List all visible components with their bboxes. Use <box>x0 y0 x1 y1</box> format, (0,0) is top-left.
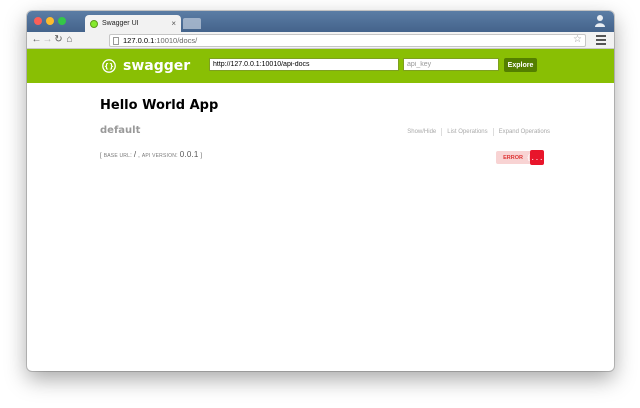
reload-icon[interactable]: ↻ <box>53 35 64 45</box>
swagger-header: {} swagger Explore <box>27 49 614 83</box>
zoom-window-button[interactable] <box>58 17 66 25</box>
validator-error-label: ERROR <box>496 151 530 164</box>
page-icon <box>113 36 119 45</box>
address-bar[interactable]: 127.0.0.1:10010/docs/ ☆ <box>109 34 586 47</box>
validator-error-icon[interactable]: {...} <box>526 150 548 165</box>
bookmark-star-icon[interactable]: ☆ <box>573 34 582 45</box>
url-path: :10010/docs/ <box>154 36 198 45</box>
tab-title: Swagger UI <box>102 20 139 27</box>
main-content: Hello World App default Show/Hide List O… <box>27 83 614 371</box>
api-url-input[interactable] <box>209 58 399 71</box>
swagger-logo-text: swagger <box>123 58 191 74</box>
resource-operations: Show/Hide List Operations Expand Operati… <box>407 128 550 136</box>
resource-name-link[interactable]: default <box>100 125 140 136</box>
forward-arrow-icon[interactable]: → <box>42 35 53 45</box>
new-tab-button[interactable] <box>183 18 201 29</box>
divider <box>441 128 443 136</box>
swagger-logo-icon: {} <box>102 59 116 73</box>
close-tab-icon[interactable]: × <box>171 19 176 28</box>
url-host: 127.0.0.1 <box>123 36 155 45</box>
api-key-input[interactable] <box>403 58 499 71</box>
divider <box>492 128 494 136</box>
expand-operations-link[interactable]: Expand Operations <box>499 129 550 135</box>
browser-menu-icon[interactable] <box>596 35 606 47</box>
home-icon[interactable]: ⌂ <box>64 35 75 45</box>
browser-window: Swagger UI × ← → ↻ ⌂ 127.0.0.1:10010/doc… <box>27 11 614 371</box>
browser-toolbar: ← → ↻ ⌂ 127.0.0.1:10010/docs/ ☆ <box>27 32 614 49</box>
base-url-label: Base url <box>103 153 131 159</box>
profile-icon[interactable] <box>594 14 606 28</box>
api-version-value: 0.0.1 <box>179 150 199 159</box>
svg-text:{}: {} <box>104 63 114 71</box>
page-title: Hello World App <box>100 98 219 113</box>
swagger-logo[interactable]: {} swagger <box>102 58 190 74</box>
back-arrow-icon[interactable]: ← <box>31 35 42 45</box>
base-info: [ Base url: / , Api version: 0.0.1 ] <box>100 150 203 159</box>
swagger-favicon-icon <box>90 19 98 28</box>
browser-tab[interactable]: Swagger UI × <box>85 15 181 32</box>
minimize-window-button[interactable] <box>46 17 54 25</box>
api-version-label: Api version <box>141 153 177 159</box>
list-operations-link[interactable]: List Operations <box>447 129 487 135</box>
explore-button[interactable]: Explore <box>504 58 537 72</box>
close-window-button[interactable] <box>34 17 42 25</box>
validator-badge[interactable]: ERROR {...} <box>496 150 548 165</box>
title-bar: Swagger UI × <box>27 11 614 32</box>
show-hide-link[interactable]: Show/Hide <box>407 129 436 135</box>
base-url-value: / <box>133 150 137 159</box>
